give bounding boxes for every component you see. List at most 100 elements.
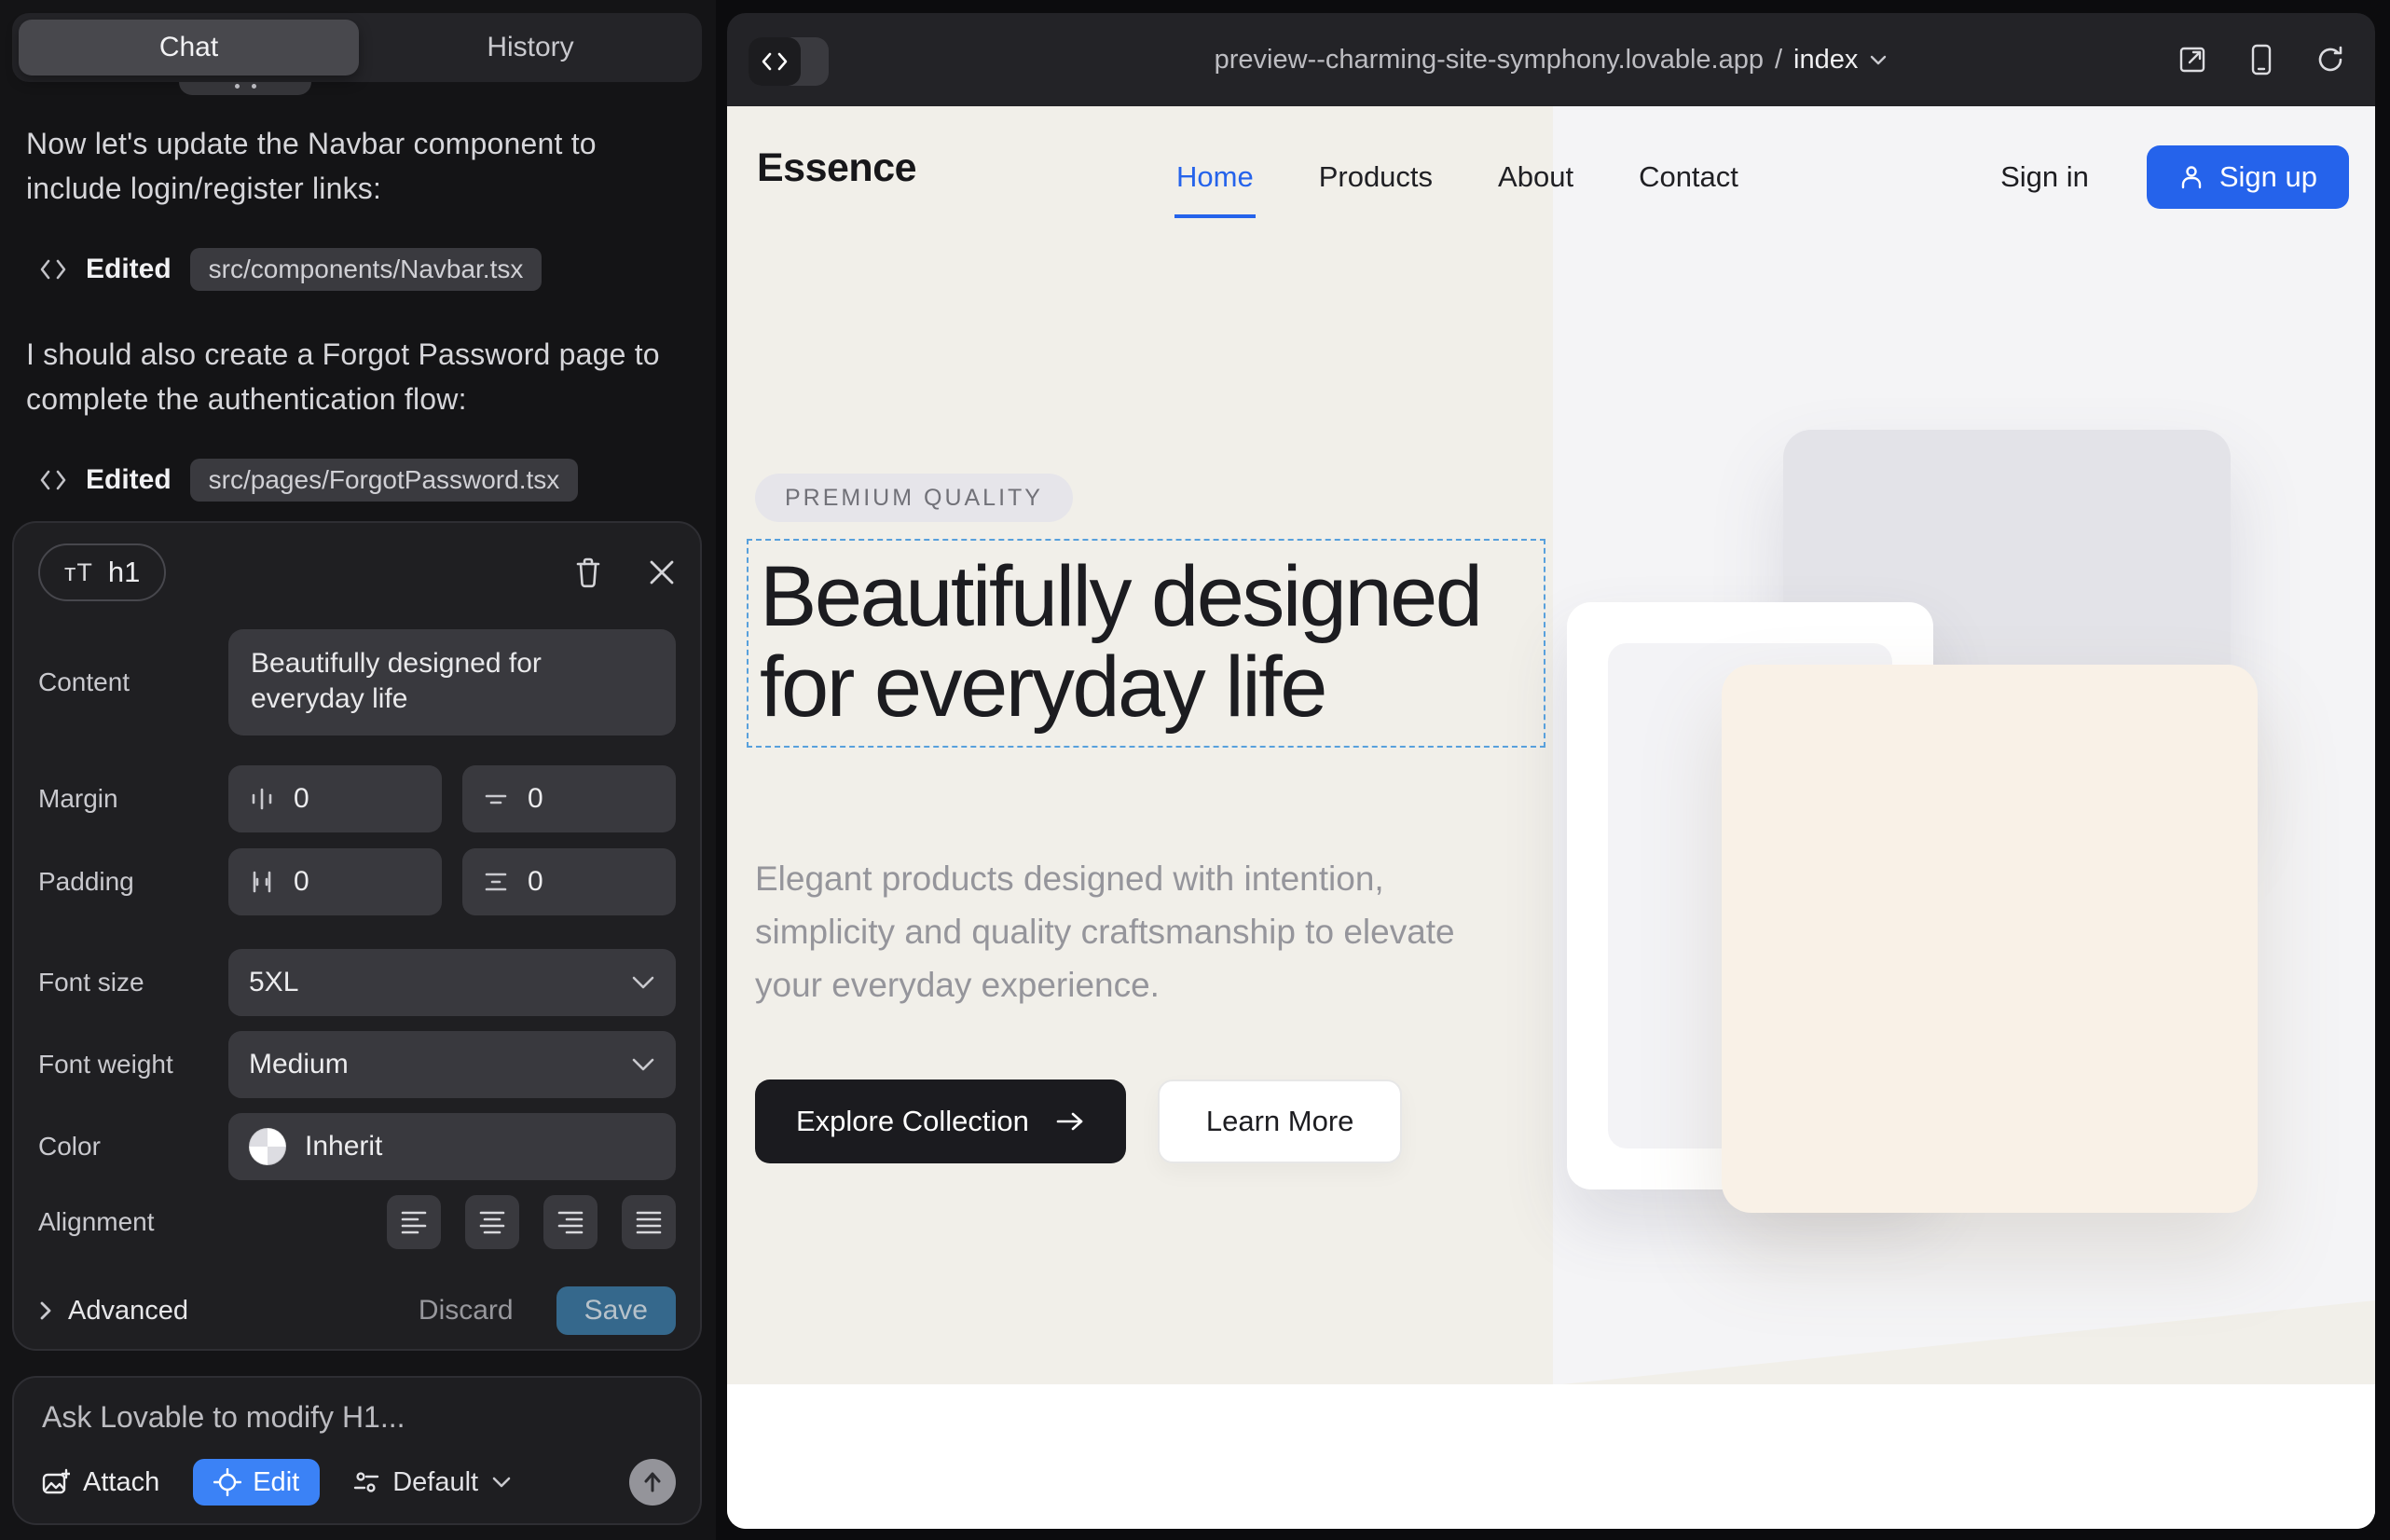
scrolled-chip-partial <box>179 82 311 95</box>
nav-link-about[interactable]: About <box>1496 153 1575 201</box>
delete-element-button[interactable] <box>573 557 603 588</box>
chevron-down-icon <box>631 975 655 990</box>
edited-label: Edited <box>86 464 172 496</box>
advanced-expander[interactable]: Advanced <box>38 1296 188 1327</box>
learn-more-button[interactable]: Learn More <box>1158 1079 1403 1163</box>
align-left-button[interactable] <box>387 1195 441 1249</box>
preview-toolbar: preview--charming-site-symphony.lovable.… <box>727 13 2375 106</box>
send-button[interactable] <box>629 1459 676 1506</box>
attach-label: Attach <box>83 1467 159 1498</box>
edited-label: Edited <box>86 254 172 285</box>
hero-badge: PREMIUM QUALITY <box>755 474 1073 522</box>
mode-selector[interactable]: Default <box>353 1467 512 1498</box>
selected-element-pill[interactable]: тT h1 <box>38 543 166 601</box>
typography-icon: тT <box>64 558 93 587</box>
chevron-down-icon <box>1869 54 1888 66</box>
attach-button[interactable]: Attach <box>42 1467 159 1498</box>
font-size-select[interactable]: 5XL <box>228 949 676 1016</box>
nav-link-home[interactable]: Home <box>1174 153 1256 201</box>
padding-y-input[interactable]: 0 <box>462 848 676 915</box>
address-bar[interactable]: preview--charming-site-symphony.lovable.… <box>727 13 2375 106</box>
chat-composer[interactable]: Ask Lovable to modify H1... Attach Edit … <box>12 1376 702 1525</box>
edited-file-row: Edited src/pages/ForgotPassword.tsx <box>39 459 692 502</box>
site-logo[interactable]: Essence <box>757 145 916 191</box>
selected-element-outline[interactable]: Beautifully designed for everyday life <box>747 539 1545 748</box>
assistant-message: Now let's update the Navbar component to… <box>26 121 692 211</box>
edit-mode-button[interactable]: Edit <box>193 1459 320 1506</box>
padding-vertical-icon <box>483 869 509 895</box>
file-chip[interactable]: src/components/Navbar.tsx <box>190 248 543 291</box>
dot-icon <box>235 84 240 89</box>
save-button[interactable]: Save <box>556 1286 676 1335</box>
margin-x-input[interactable]: 0 <box>228 765 442 832</box>
explore-collection-button[interactable]: Explore Collection <box>755 1079 1126 1163</box>
site-viewport: Essence Home Products About Contact Sign… <box>727 106 2375 1529</box>
mobile-view-button[interactable] <box>2250 44 2273 76</box>
preview-pane: preview--charming-site-symphony.lovable.… <box>727 13 2375 1529</box>
edit-mode-label: Edit <box>253 1467 299 1498</box>
mode-label: Default <box>392 1467 478 1498</box>
refresh-button[interactable] <box>2315 45 2345 75</box>
margin-vertical-icon <box>483 786 509 812</box>
element-tag-label: h1 <box>108 556 140 589</box>
color-value: Inherit <box>305 1131 382 1162</box>
sliders-icon <box>353 1469 379 1495</box>
tab-chat-label: Chat <box>159 32 218 63</box>
next-section-background <box>727 1384 2375 1529</box>
margin-x-value: 0 <box>294 783 309 815</box>
open-external-button[interactable] <box>2177 45 2207 75</box>
align-center-button[interactable] <box>465 1195 519 1249</box>
color-field-label: Color <box>38 1132 228 1162</box>
nav-link-products[interactable]: Products <box>1317 153 1435 201</box>
url-host: preview--charming-site-symphony.lovable.… <box>1215 45 1764 76</box>
advanced-label: Advanced <box>68 1296 188 1327</box>
arrow-up-icon <box>640 1470 665 1494</box>
margin-horizontal-icon <box>249 786 275 812</box>
hero-paragraph: Elegant products designed with intention… <box>755 852 1501 1011</box>
padding-x-input[interactable]: 0 <box>228 848 442 915</box>
code-icon <box>39 257 67 282</box>
editor-header: тT h1 <box>38 543 676 601</box>
sign-up-button[interactable]: Sign up <box>2147 145 2349 209</box>
tab-history-label: History <box>487 32 573 63</box>
nav-link-contact[interactable]: Contact <box>1637 153 1740 201</box>
content-field-label: Content <box>38 667 228 697</box>
font-weight-select[interactable]: Medium <box>228 1031 676 1098</box>
color-select[interactable]: Inherit <box>228 1113 676 1180</box>
margin-y-value: 0 <box>528 783 543 815</box>
content-textarea[interactable]: Beautifully designed for everyday life <box>228 629 676 736</box>
site-navbar: Essence Home Products About Contact Sign… <box>727 106 2375 248</box>
composer-input[interactable]: Ask Lovable to modify H1... <box>42 1400 672 1435</box>
margin-y-input[interactable]: 0 <box>462 765 676 832</box>
learn-more-label: Learn More <box>1206 1105 1354 1138</box>
image-attach-icon <box>42 1468 70 1496</box>
tab-chat[interactable]: Chat <box>19 20 359 76</box>
sign-up-label: Sign up <box>2219 160 2317 194</box>
close-editor-button[interactable] <box>648 558 676 586</box>
font-weight-value: Medium <box>249 1049 349 1080</box>
url-path: index <box>1793 45 1858 76</box>
edited-file-row: Edited src/components/Navbar.tsx <box>39 248 692 291</box>
file-chip[interactable]: src/pages/ForgotPassword.tsx <box>190 459 579 502</box>
color-swatch-icon <box>249 1128 286 1165</box>
discard-button[interactable]: Discard <box>419 1295 514 1327</box>
align-right-button[interactable] <box>543 1195 598 1249</box>
explore-collection-label: Explore Collection <box>796 1105 1029 1138</box>
element-editor-panel: тT h1 Content Beautifully designed for e… <box>12 521 702 1351</box>
chat-message-list: Now let's update the Navbar component to… <box>26 121 692 543</box>
target-icon <box>213 1468 241 1496</box>
font-weight-field-label: Font weight <box>38 1050 228 1079</box>
chevron-down-icon <box>631 1057 655 1072</box>
chevron-down-icon <box>491 1476 512 1489</box>
assistant-message: I should also create a Forgot Password p… <box>26 332 692 421</box>
code-icon <box>39 468 67 492</box>
hero-heading[interactable]: Beautifully designed for everyday life <box>760 552 1532 733</box>
tab-history[interactable]: History <box>359 13 702 82</box>
arrow-right-icon <box>1055 1110 1085 1133</box>
chat-sidebar: Chat History Now let's update the Navbar… <box>0 0 716 1540</box>
margin-field-label: Margin <box>38 784 228 814</box>
sign-in-link[interactable]: Sign in <box>2000 160 2089 194</box>
decorative-card-beige <box>1722 665 2258 1213</box>
padding-y-value: 0 <box>528 866 543 898</box>
align-justify-button[interactable] <box>622 1195 676 1249</box>
